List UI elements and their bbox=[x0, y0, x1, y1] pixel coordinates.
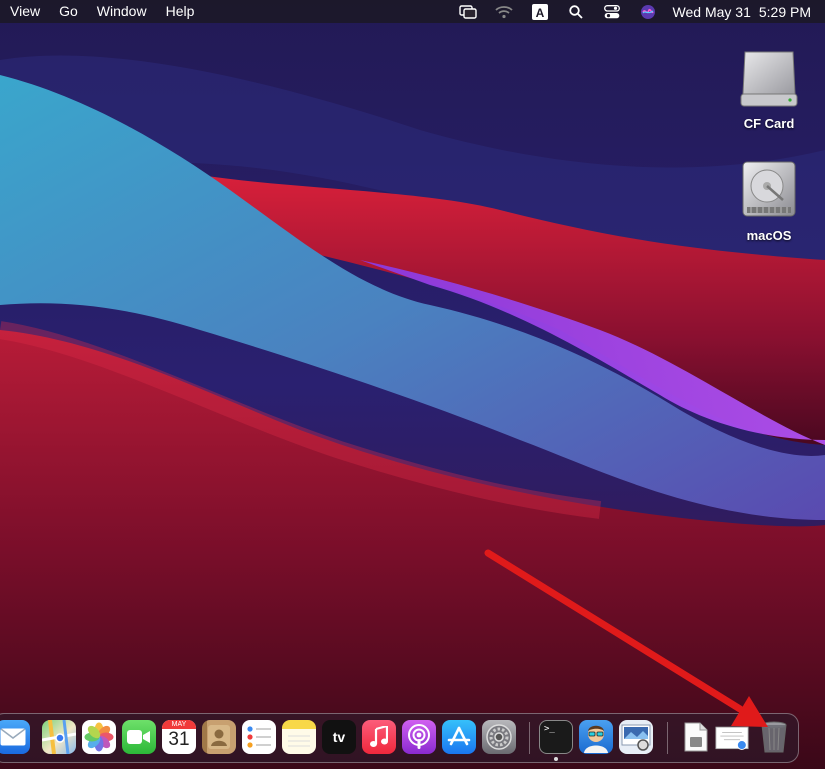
calendar-day: 31 bbox=[168, 729, 190, 750]
dock-music-icon[interactable] bbox=[362, 720, 396, 754]
dock-separator bbox=[667, 722, 668, 754]
input-source-letter: A bbox=[535, 6, 544, 20]
dock-preview-icon[interactable] bbox=[619, 720, 653, 754]
dock-notes-icon[interactable] bbox=[282, 720, 316, 754]
dock-reminders-icon[interactable] bbox=[242, 720, 276, 754]
dock-certificate-icon[interactable] bbox=[715, 720, 749, 754]
siri-icon[interactable] bbox=[637, 3, 659, 21]
dock-separator bbox=[529, 722, 530, 754]
spotlight-search-icon[interactable] bbox=[565, 3, 587, 21]
dock-trash-icon[interactable] bbox=[757, 720, 791, 754]
menubar-clock[interactable]: Wed May 31 5:29 PM bbox=[673, 4, 811, 20]
dock-apple-tv-icon[interactable]: tv bbox=[322, 720, 356, 754]
desktop-icon-cf-card[interactable]: CF Card bbox=[729, 48, 809, 131]
tv-label: tv bbox=[332, 729, 346, 745]
external-drive-icon bbox=[739, 48, 799, 110]
clock-date: Wed May 31 bbox=[672, 3, 751, 20]
menu-window[interactable]: Window bbox=[97, 0, 147, 23]
control-center-icon[interactable] bbox=[601, 3, 623, 21]
screen-mirroring-icon[interactable] bbox=[457, 3, 479, 21]
dock-doctor-app-icon[interactable] bbox=[579, 720, 613, 754]
menu-go[interactable]: Go bbox=[59, 0, 78, 23]
clock-time: 5:29 PM bbox=[758, 3, 811, 20]
dock-app-store-icon[interactable] bbox=[442, 720, 476, 754]
dock-contacts-icon[interactable] bbox=[202, 720, 236, 754]
dock-maps-icon[interactable] bbox=[42, 720, 76, 754]
menu-help[interactable]: Help bbox=[166, 0, 195, 23]
dock-facetime-icon[interactable] bbox=[122, 720, 156, 754]
dock-system-preferences-icon[interactable] bbox=[482, 720, 516, 754]
running-indicator-dot bbox=[554, 757, 558, 761]
dock: MAY 31 tv >_ bbox=[0, 713, 799, 763]
terminal-prompt: >_ bbox=[544, 724, 555, 734]
desktop-wallpaper bbox=[0, 0, 825, 769]
dock-calendar-icon[interactable]: MAY 31 bbox=[162, 720, 196, 754]
dock-document-icon[interactable] bbox=[679, 720, 713, 754]
desktop-icon-label: CF Card bbox=[743, 116, 795, 131]
calendar-month: MAY bbox=[162, 720, 196, 729]
wifi-icon[interactable] bbox=[493, 3, 515, 21]
hard-drive-icon bbox=[739, 160, 799, 222]
dock-photos-icon[interactable] bbox=[82, 720, 116, 754]
menu-view[interactable]: View bbox=[10, 0, 40, 23]
input-source-icon[interactable]: A bbox=[529, 3, 551, 21]
menu-bar: View Go Window Help A Wed May 31 5:29 PM bbox=[0, 0, 825, 23]
dock-terminal-icon[interactable]: >_ bbox=[539, 720, 573, 754]
dock-mail-icon[interactable] bbox=[0, 720, 30, 754]
desktop-icon-label: macOS bbox=[746, 228, 792, 243]
dock-podcasts-icon[interactable] bbox=[402, 720, 436, 754]
desktop-icon-macos[interactable]: macOS bbox=[729, 160, 809, 243]
